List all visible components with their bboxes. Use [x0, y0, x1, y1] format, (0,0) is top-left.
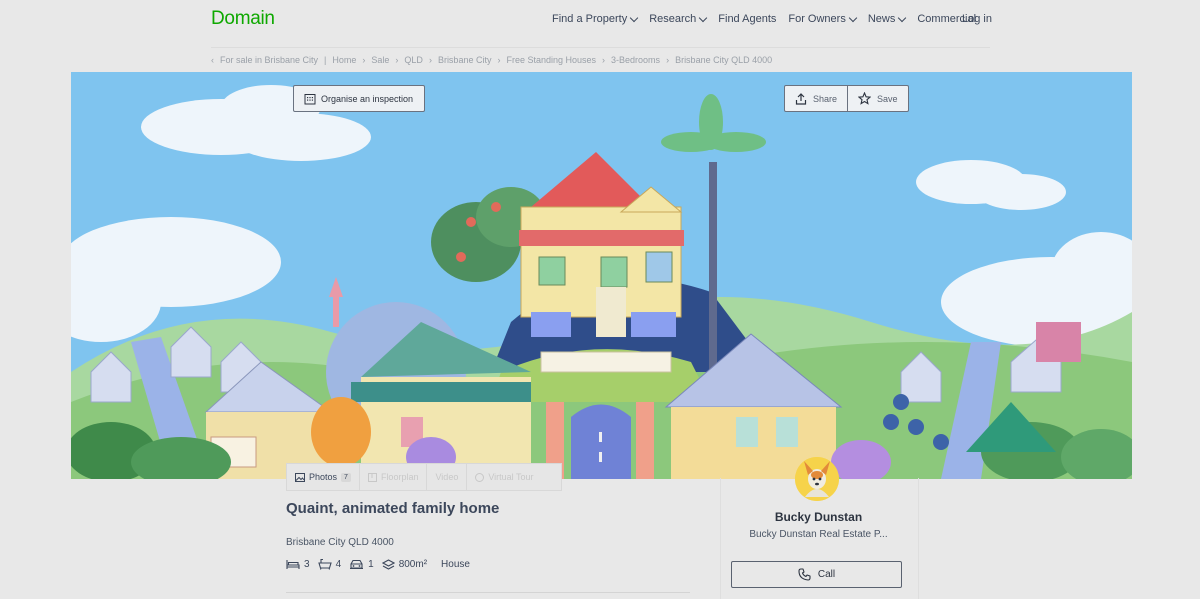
- breadcrumb-separator: ›: [428, 55, 432, 65]
- land-size-feature: 800m²: [381, 558, 428, 570]
- call-button[interactable]: Call: [731, 561, 902, 588]
- listing-features: 3 4 1 800m² House: [286, 558, 478, 570]
- share-icon: [795, 92, 807, 105]
- bed-icon: [286, 559, 300, 569]
- save-button[interactable]: Save: [847, 86, 908, 111]
- parking-feature: 1: [349, 559, 374, 570]
- breadcrumb-suburb[interactable]: Brisbane City: [438, 55, 492, 65]
- baths-count: 4: [335, 558, 342, 570]
- breadcrumb-sale[interactable]: Sale: [371, 55, 389, 65]
- beds-count: 3: [304, 558, 310, 570]
- nav-find-property[interactable]: Find a Property: [552, 13, 639, 25]
- bath-icon: [317, 558, 332, 570]
- inspection-label: Organise an inspection: [321, 93, 414, 104]
- main-nav: Find a Property Research Find Agents For…: [552, 13, 988, 25]
- star-icon: [858, 92, 872, 105]
- section-divider: [286, 592, 690, 593]
- login-link[interactable]: Log in: [962, 13, 992, 25]
- breadcrumb-bedrooms[interactable]: 3-Bedrooms: [611, 55, 660, 65]
- photo-count-badge: 7: [341, 472, 351, 482]
- breadcrumb-separator: ›: [362, 55, 366, 65]
- hero-photo[interactable]: [71, 72, 1132, 479]
- breadcrumb-separator: ›: [602, 55, 606, 65]
- tab-floorplan-label: Floorplan: [380, 472, 419, 482]
- chevron-down-icon: [629, 13, 639, 22]
- chevron-down-icon: [699, 13, 708, 22]
- nav-label: Find Agents: [718, 13, 777, 25]
- listing-address: Brisbane City QLD 4000: [286, 537, 394, 548]
- breadcrumb-property-type[interactable]: Free Standing Houses: [506, 55, 596, 65]
- calendar-icon: [304, 93, 316, 104]
- domain-logo[interactable]: Domain: [211, 8, 275, 30]
- breadcrumb-back-link[interactable]: For sale in Brisbane City: [220, 55, 318, 65]
- breadcrumb-separator: ›: [395, 55, 399, 65]
- parking-count: 1: [368, 558, 374, 570]
- virtual-tour-icon: [475, 472, 485, 482]
- property-type-label: House: [441, 558, 470, 570]
- listing-title: Quaint, animated family home: [286, 500, 500, 517]
- media-tabs: Photos 7 Floorplan Video Virtual Tour: [286, 463, 562, 491]
- agent-agency[interactable]: Bucky Dunstan Real Estate P...: [720, 529, 917, 540]
- breadcrumb-state[interactable]: QLD: [404, 55, 423, 65]
- save-label: Save: [877, 93, 898, 104]
- phone-icon: [798, 568, 811, 581]
- nav-label: Find a Property: [552, 13, 628, 25]
- car-icon: [350, 559, 364, 569]
- tab-video[interactable]: Video: [427, 464, 468, 490]
- tab-video-label: Video: [435, 472, 459, 482]
- avatar-illustration: [795, 457, 839, 501]
- baths-feature: 4: [317, 558, 342, 570]
- breadcrumb-home[interactable]: Home: [332, 55, 356, 65]
- organise-inspection-button[interactable]: Organise an inspection: [293, 85, 425, 112]
- breadcrumb-separator: |: [324, 55, 327, 65]
- tab-virtual-tour-label: Virtual Tour: [488, 472, 534, 482]
- tab-virtual-tour[interactable]: Virtual Tour: [467, 464, 541, 490]
- breadcrumb-separator: ›: [666, 55, 670, 65]
- nav-label: For Owners: [788, 13, 846, 25]
- land-size: 800m²: [398, 558, 428, 570]
- breadcrumb-current: Brisbane City QLD 4000: [675, 55, 773, 65]
- floorplan-icon: [367, 472, 377, 482]
- share-button[interactable]: Share: [785, 86, 847, 111]
- nav-find-agents[interactable]: Find Agents: [718, 13, 776, 25]
- nav-label: Research: [649, 13, 697, 25]
- nav-label: News: [867, 13, 896, 25]
- breadcrumb: ‹ For sale in Brisbane City | Home › Sale ›…: [211, 55, 772, 65]
- header-divider: [211, 47, 990, 48]
- share-label: Share: [813, 93, 838, 104]
- site-header: Domain Find a Property Research Find Age…: [0, 0, 1200, 40]
- nav-news[interactable]: News: [867, 13, 907, 25]
- listing-summary: Quaint, animated family home Brisbane Ci…: [286, 500, 500, 570]
- call-label: Call: [817, 569, 836, 580]
- tab-photos[interactable]: Photos 7: [287, 464, 360, 490]
- tab-floorplan[interactable]: Floorplan: [360, 464, 428, 490]
- agent-avatar[interactable]: [795, 457, 839, 501]
- chevron-down-icon: [898, 13, 907, 22]
- land-size-icon: [381, 558, 395, 570]
- share-save-group: Share Save: [784, 85, 909, 112]
- tab-photos-label: Photos: [309, 472, 338, 482]
- property-type: House: [441, 559, 470, 570]
- house-illustration: [71, 72, 1132, 479]
- beds-feature: 3: [286, 559, 310, 570]
- breadcrumb-separator: ›: [497, 55, 501, 65]
- chevron-down-icon: [848, 13, 858, 22]
- nav-for-owners[interactable]: For Owners: [788, 13, 858, 25]
- image-icon: [295, 472, 305, 482]
- agent-name[interactable]: Bucky Dunstan: [720, 510, 917, 524]
- chevron-left-icon[interactable]: ‹: [211, 55, 214, 65]
- nav-research[interactable]: Research: [649, 13, 708, 25]
